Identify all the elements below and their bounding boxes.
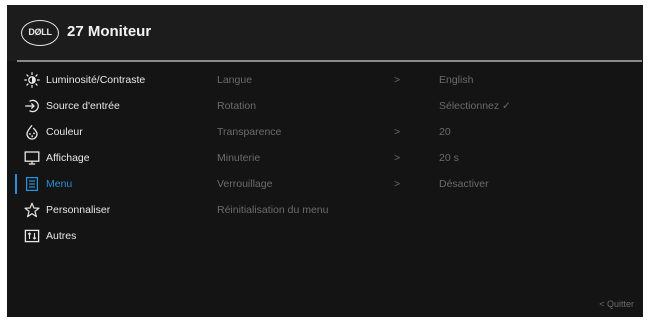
setting-transparency-arrow: > — [394, 126, 401, 138]
star-icon — [24, 202, 40, 218]
setting-lock-label[interactable]: Verrouillage — [217, 178, 272, 190]
sidebar-item-label: Personnaliser — [46, 204, 111, 216]
quit-button[interactable]: < Quitter — [599, 299, 634, 309]
sidebar-item-display[interactable]: Affichage — [24, 148, 204, 168]
header-divider — [17, 60, 642, 62]
sidebar-item-others[interactable]: Autres — [24, 226, 204, 246]
sidebar-item-menu[interactable]: Menu — [24, 174, 204, 194]
input-source-icon — [24, 98, 40, 114]
setting-timer-value: 20 s — [439, 152, 459, 164]
setting-language-label[interactable]: Langue — [217, 74, 252, 86]
sidebar-item-label: Affichage — [46, 152, 90, 164]
sidebar-item-input-source[interactable]: Source d'entrée — [24, 96, 204, 116]
setting-timer-label[interactable]: Minuterie — [217, 152, 260, 164]
sidebar-item-personalize[interactable]: Personnaliser — [24, 200, 204, 220]
dell-logo: DØLL — [21, 20, 59, 46]
setting-lock-arrow: > — [394, 178, 401, 190]
setting-timer-arrow: > — [394, 152, 401, 164]
setting-menu-reset-label[interactable]: Réinitialisation du menu — [217, 204, 328, 216]
sidebar-item-label: Autres — [46, 230, 77, 242]
sidebar-item-label: Source d'entrée — [46, 100, 120, 112]
setting-rotation-label[interactable]: Rotation — [217, 100, 256, 112]
setting-language-arrow: > — [394, 74, 401, 86]
setting-language-value: English — [439, 74, 474, 86]
setting-transparency-value: 20 — [439, 126, 451, 138]
setting-transparency-label[interactable]: Transparence — [217, 126, 281, 138]
others-icon — [24, 228, 40, 244]
brightness-icon — [24, 72, 40, 88]
sidebar-item-label: Menu — [46, 178, 73, 190]
sidebar-item-color[interactable]: Couleur — [24, 122, 204, 142]
sidebar-item-label: Luminosité/Contraste — [46, 74, 146, 86]
setting-rotation-value: Sélectionnez ✓ — [439, 100, 511, 112]
header: DØLL 27 Moniteur — [7, 5, 643, 61]
setting-lock-value: Désactiver — [439, 178, 489, 190]
display-icon — [24, 150, 40, 166]
osd-window: DØLL 27 Moniteur Luminosité/Contraste So… — [7, 5, 643, 317]
menu-icon — [24, 176, 40, 192]
active-indicator — [15, 174, 17, 194]
sidebar-item-label: Couleur — [46, 126, 83, 138]
monitor-title: 27 Moniteur — [67, 23, 152, 40]
color-palette-icon — [24, 124, 40, 140]
sidebar-item-brightness-contrast[interactable]: Luminosité/Contraste — [24, 70, 204, 90]
